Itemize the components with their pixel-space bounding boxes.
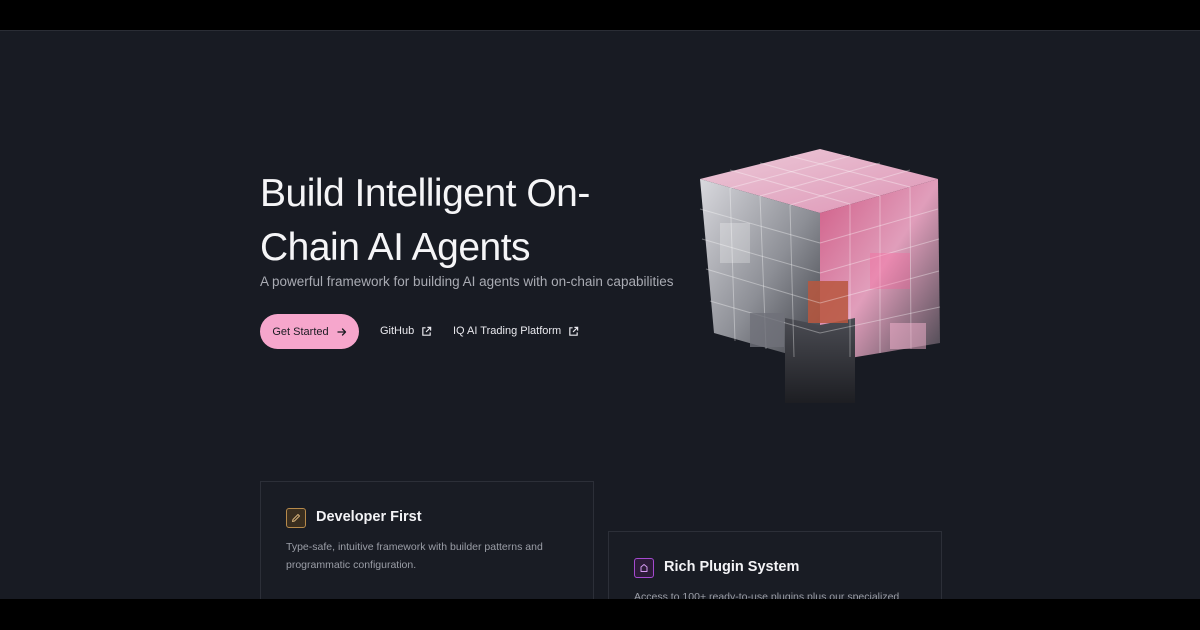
external-link-icon xyxy=(422,326,432,336)
github-link-label: GitHub xyxy=(380,325,415,337)
feature-title: Developer First xyxy=(316,509,422,525)
external-link-icon xyxy=(569,326,579,336)
trading-platform-link[interactable]: IQ AI Trading Platform xyxy=(453,322,579,340)
pencil-icon xyxy=(286,508,306,528)
get-started-button[interactable]: Get Started xyxy=(260,314,359,349)
puzzle-icon xyxy=(634,558,654,578)
hero-cube-illustration xyxy=(699,149,941,403)
feature-title: Rich Plugin System xyxy=(664,559,800,575)
hero-title: Build Intelligent On-Chain AI Agents xyxy=(260,172,590,269)
feature-card-developer-first: Developer First Type-safe, intuitive fra… xyxy=(260,481,594,599)
landing-page: Build Intelligent On-Chain AI Agents A p… xyxy=(0,30,1200,599)
arrow-right-icon xyxy=(336,327,346,336)
feature-card-rich-plugin-system: Rich Plugin System Access to 100+ ready-… xyxy=(608,531,942,599)
get-started-label: Get Started xyxy=(272,325,329,338)
trading-platform-link-label: IQ AI Trading Platform xyxy=(453,325,562,337)
feature-description: Access to 100+ ready-to-use plugins plus… xyxy=(634,591,900,599)
github-link[interactable]: GitHub xyxy=(380,322,432,340)
hero-subtitle: A powerful framework for building AI age… xyxy=(260,274,674,289)
feature-description: Type-safe, intuitive framework with buil… xyxy=(286,541,543,571)
